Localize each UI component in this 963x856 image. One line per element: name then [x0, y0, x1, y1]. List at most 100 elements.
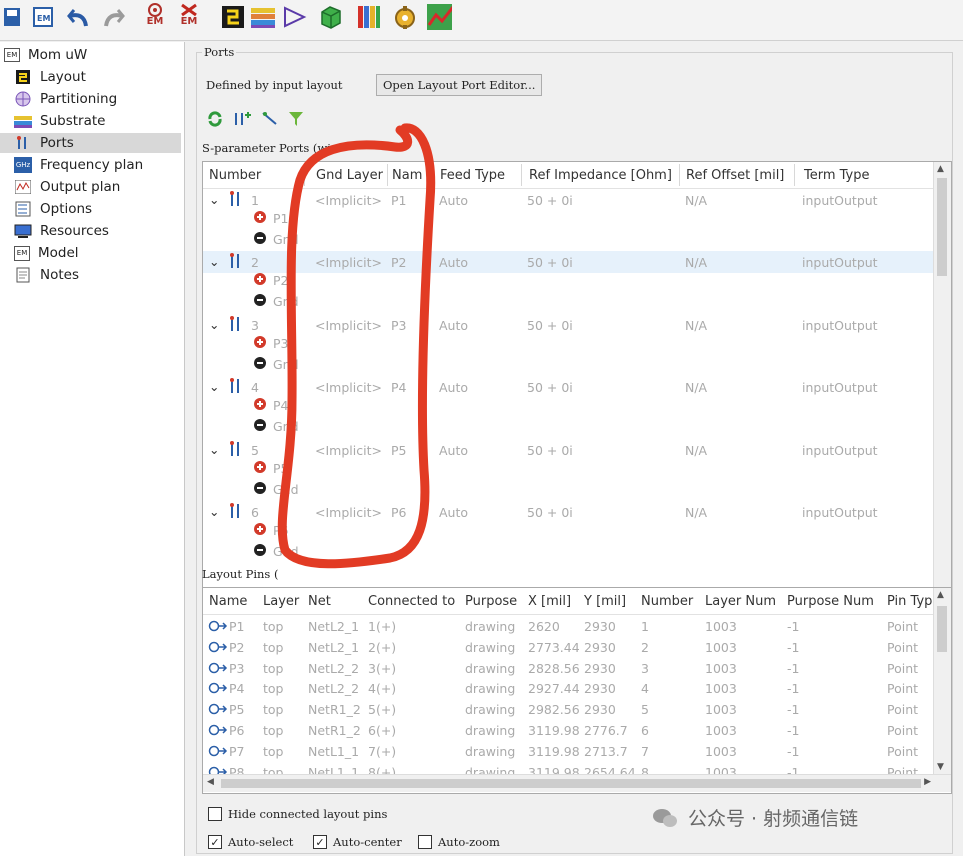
feed-type: Auto: [439, 317, 469, 333]
substrate-icon[interactable]: [250, 4, 276, 30]
sidebar-item-substrate[interactable]: Substrate: [14, 111, 105, 131]
plus-terminal-label: P2: [273, 273, 289, 289]
col-divider[interactable]: [521, 164, 522, 186]
sparam-scrollbar[interactable]: ▲ ▼: [933, 162, 951, 598]
col-header-connected-to[interactable]: Connected to: [368, 588, 455, 614]
redo-icon[interactable]: [100, 4, 126, 30]
col-header-gnd-layer[interactable]: Gnd Layer: [316, 162, 383, 188]
scrollbar-thumb[interactable]: [221, 779, 921, 788]
col-divider[interactable]: [304, 164, 305, 186]
pin-number: 1: [641, 619, 649, 634]
pin-layer-num: 1003: [705, 723, 737, 738]
open-layout-port-editor-button[interactable]: Open Layout Port Editor...: [376, 74, 543, 96]
expand-chevron-icon[interactable]: ⌄: [209, 442, 219, 457]
ref-offset: N/A: [685, 317, 708, 333]
col-divider[interactable]: [431, 164, 432, 186]
sidebar-root-label: Mom uW: [28, 47, 88, 63]
output-icon: [14, 179, 32, 195]
col-header-name[interactable]: Nam: [392, 162, 422, 188]
gear-icon[interactable]: [392, 4, 418, 30]
component-icon[interactable]: [282, 4, 308, 30]
model-icon: EM: [14, 245, 30, 261]
col-header-layer[interactable]: Layer: [263, 588, 299, 614]
em-delete-icon[interactable]: EM: [176, 2, 202, 28]
save-icon[interactable]: [0, 4, 26, 30]
col-divider[interactable]: [794, 164, 795, 186]
expand-chevron-icon[interactable]: ⌄: [209, 192, 219, 207]
sidebar-item-resources[interactable]: Resources: [14, 221, 109, 241]
col-header-ref-offset[interactable]: Ref Offset [mil]: [686, 162, 784, 188]
undo-icon[interactable]: [66, 4, 92, 30]
sidebar-item-notes[interactable]: Notes: [14, 265, 79, 285]
em-doc-icon[interactable]: EM: [30, 4, 56, 30]
table-row[interactable]: P7 top NetL1_1 7(+) drawing 3119.98 2713.7 7 100…: [203, 743, 933, 763]
hide-connected-checkbox[interactable]: Hide connected layout pins: [208, 807, 387, 821]
col-divider[interactable]: [387, 164, 388, 186]
sidebar-item-ports[interactable]: Ports: [0, 133, 181, 153]
col-header-feed-type[interactable]: Feed Type: [440, 162, 505, 188]
em-setup-icon[interactable]: EM: [142, 2, 168, 28]
layout-icon[interactable]: [220, 4, 246, 30]
scrollbar-thumb[interactable]: [937, 606, 947, 652]
table-row[interactable]: P6 top NetR1_2 6(+) drawing 3119.98 2776.7 6 100…: [203, 722, 933, 742]
sidebar-item-output-plan[interactable]: Output plan: [14, 177, 120, 197]
checkbox-box[interactable]: ✓: [313, 835, 327, 849]
expand-chevron-icon[interactable]: ⌄: [209, 317, 219, 332]
pins-scrollbar-horizontal[interactable]: ◀ ▶: [203, 774, 951, 792]
auto-center-checkbox[interactable]: ✓ Auto-center: [313, 835, 402, 849]
table-row[interactable]: P5 top NetR1_2 5(+) drawing 2982.56 2930 5 1003 -…: [203, 701, 933, 721]
col-header-layer-num[interactable]: Layer Num: [705, 588, 776, 614]
sidebar-item-label: Output plan: [40, 179, 121, 195]
refresh-icon[interactable]: [206, 110, 224, 132]
checkbox-box[interactable]: ✓: [208, 835, 222, 849]
col-header-pin-type[interactable]: Pin Typ: [887, 588, 932, 614]
3d-view-icon[interactable]: [318, 4, 344, 30]
pins-scrollbar-vertical[interactable]: ▲ ▼: [933, 588, 951, 774]
sidebar-item-layout[interactable]: Layout: [14, 67, 86, 87]
col-header-purpose[interactable]: Purpose: [465, 588, 517, 614]
col-header-ref-impedance[interactable]: Ref Impedance [Ohm]: [529, 162, 672, 188]
scrollbar-thumb[interactable]: [937, 178, 947, 276]
port-number: 6: [251, 505, 259, 520]
col-header-term-type[interactable]: Term Type: [804, 162, 870, 188]
edit-port-icon[interactable]: [260, 110, 280, 132]
pin-y: 2930: [584, 660, 616, 676]
checkbox-box[interactable]: [208, 807, 222, 821]
col-header-net[interactable]: Net: [308, 588, 331, 614]
pin-purpose-num: -1: [787, 639, 800, 655]
table-row[interactable]: P1 top NetL2_1 1(+) drawing 2620 2930 1 1003 -1 Po…: [203, 618, 933, 638]
filter-icon[interactable]: [288, 110, 304, 132]
add-port-icon[interactable]: [232, 110, 252, 132]
sidebar-item-label: Model: [38, 245, 79, 261]
table-row[interactable]: P4 top NetL2_2 4(+) drawing 2927.44 2930 4 1003 -…: [203, 680, 933, 700]
table-row[interactable]: P2 top NetL2_1 2(+) drawing 2773.44 2930 2 1003 -…: [203, 639, 933, 659]
pin-type: Point: [887, 723, 919, 738]
scroll-right-icon[interactable]: ▶: [924, 777, 931, 787]
sidebar-item-options[interactable]: Options: [14, 199, 92, 219]
auto-zoom-checkbox[interactable]: Auto-zoom: [418, 835, 500, 849]
col-header-x[interactable]: X [mil]: [528, 588, 571, 614]
sidebar-root-mom-uw[interactable]: EM Mom uW: [4, 45, 87, 65]
scroll-up-icon[interactable]: ▲: [937, 164, 944, 174]
scroll-down-icon[interactable]: ▼: [937, 762, 944, 772]
col-header-name[interactable]: Name: [209, 588, 247, 614]
col-header-number[interactable]: Number: [641, 588, 693, 614]
col-header-number[interactable]: Number: [209, 162, 261, 188]
book-icon[interactable]: [356, 4, 382, 30]
col-header-y[interactable]: Y [mil]: [584, 588, 626, 614]
auto-select-checkbox[interactable]: ✓ Auto-select: [208, 835, 293, 849]
expand-chevron-icon[interactable]: ⌄: [209, 254, 219, 269]
expand-chevron-icon[interactable]: ⌄: [209, 379, 219, 394]
sidebar-item-frequency-plan[interactable]: GHz Frequency plan: [14, 155, 143, 175]
col-header-purpose-num[interactable]: Purpose Num: [787, 588, 874, 614]
table-row[interactable]: P3 top NetL2_2 3(+) drawing 2828.56 2930 3 1003 -…: [203, 660, 933, 680]
scroll-up-icon[interactable]: ▲: [937, 590, 944, 600]
col-divider[interactable]: [679, 164, 680, 186]
checkbox-box[interactable]: [418, 835, 432, 849]
expand-chevron-icon[interactable]: ⌄: [209, 504, 219, 519]
scroll-left-icon[interactable]: ◀: [207, 777, 214, 787]
chart-icon[interactable]: [426, 4, 452, 30]
sidebar-item-model[interactable]: EM Model: [14, 243, 79, 263]
gnd-layer: <Implicit>: [315, 255, 382, 271]
sidebar-item-partitioning[interactable]: Partitioning: [14, 89, 117, 109]
